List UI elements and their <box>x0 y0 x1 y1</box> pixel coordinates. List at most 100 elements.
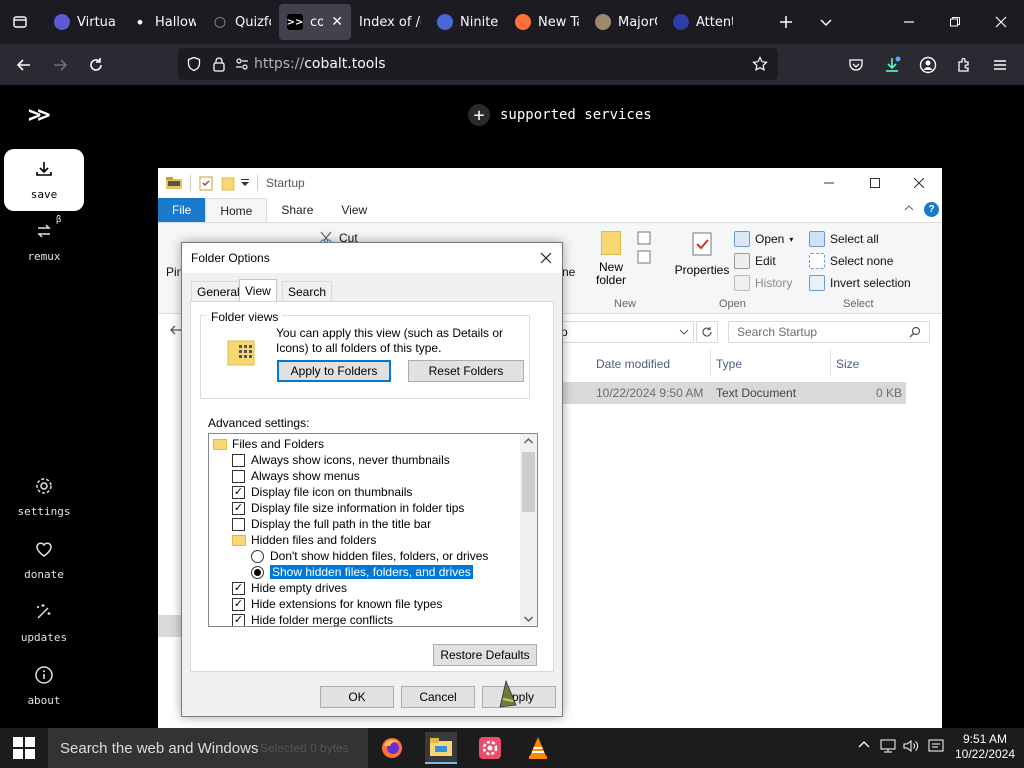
browser-tab[interactable]: Attent <box>665 4 741 40</box>
column-header-date-modified[interactable]: Date modified <box>596 357 670 371</box>
checkbox[interactable] <box>232 453 245 467</box>
browser-tab[interactable]: Index of /g <box>351 4 429 40</box>
setting-row[interactable]: Always show menus <box>232 468 360 484</box>
reload-button[interactable] <box>78 49 114 81</box>
advanced-settings-tree[interactable]: Files and Folders Always show icons, neve… <box>208 433 538 627</box>
tray-volume-icon[interactable] <box>903 738 919 757</box>
column-header-type[interactable]: Type <box>716 357 742 371</box>
lock-icon[interactable] <box>212 56 226 72</box>
checkbox[interactable]: ✓ <box>232 581 245 595</box>
ribbon-tab-home[interactable]: Home <box>205 198 268 222</box>
edit-button[interactable]: Edit <box>734 253 776 269</box>
tab-general[interactable]: General <box>191 281 246 301</box>
permissions-icon[interactable] <box>234 56 250 72</box>
apply-to-folders-button[interactable]: Apply to Folders <box>277 360 391 382</box>
sidebar-item-save[interactable]: save <box>4 149 84 211</box>
tray-chevron-up-icon[interactable] <box>858 738 870 754</box>
menu-hamburger-icon[interactable] <box>982 49 1018 81</box>
explorer-minimize-button[interactable] <box>806 168 852 198</box>
taskbar-firefox-icon[interactable] <box>376 732 408 764</box>
sidebar-item-donate[interactable]: donate <box>4 529 84 591</box>
setting-row[interactable]: ✓ Display file size information in folder… <box>232 500 464 516</box>
url-bar[interactable]: https://cobalt.tools <box>178 48 778 80</box>
taskbar-settings-app-icon[interactable] <box>474 732 506 764</box>
restore-defaults-button[interactable]: Restore Defaults <box>433 644 537 666</box>
browser-tab[interactable]: Ninite <box>429 4 507 40</box>
refresh-icon[interactable] <box>696 321 718 343</box>
explorer-maximize-button[interactable] <box>852 168 898 198</box>
setting-row[interactable]: Show hidden files, folders, and drives <box>251 564 473 580</box>
close-tab-icon[interactable]: ✕ <box>331 14 343 30</box>
sidebar-item-about[interactable]: about <box>4 655 84 717</box>
reset-folders-button[interactable]: Reset Folders <box>408 360 524 382</box>
taskbar-file-explorer-icon[interactable] <box>425 732 457 764</box>
ribbon-collapse-icon[interactable] <box>904 204 914 212</box>
ribbon-tab-share[interactable]: Share <box>267 198 327 222</box>
column-header-size[interactable]: Size <box>836 357 859 371</box>
open-button[interactable]: Open ▾ <box>734 231 793 247</box>
ok-button[interactable]: OK <box>320 686 394 708</box>
apply-button[interactable]: Apply <box>482 686 556 708</box>
setting-row[interactable]: Always show icons, never thumbnails <box>232 452 450 468</box>
dialog-close-button[interactable] <box>534 246 558 270</box>
scroll-up-icon[interactable] <box>524 437 533 444</box>
back-button[interactable] <box>6 49 42 81</box>
scroll-thumb[interactable] <box>522 452 535 512</box>
ribbon-tab-file[interactable]: File <box>158 198 206 222</box>
radio-button[interactable] <box>251 549 264 563</box>
browser-tab[interactable]: New Ta <box>507 4 587 40</box>
sidebar-item-remux[interactable]: β remux <box>4 211 84 273</box>
ribbon-tab-view[interactable]: View <box>327 198 381 222</box>
browser-tab[interactable]: Virtual <box>46 4 124 40</box>
quick-access-properties-icon[interactable] <box>199 175 213 191</box>
address-bar[interactable]: p <box>556 321 694 343</box>
properties-button[interactable]: Properties <box>674 231 730 277</box>
browser-tab[interactable]: • Hallow <box>124 4 204 40</box>
checkbox[interactable] <box>232 517 245 531</box>
checkbox[interactable]: ✓ <box>232 597 245 611</box>
setting-row[interactable]: ✓ Display file icon on thumbnails <box>232 484 412 500</box>
start-button[interactable] <box>0 728 48 768</box>
cobalt-logo[interactable]: >> <box>28 103 50 128</box>
browser-tab[interactable]: >> cob ✕ <box>279 4 351 40</box>
browser-tab[interactable]: MajorG <box>587 4 665 40</box>
new-tab-button[interactable] <box>770 6 802 38</box>
quick-access-dropdown-icon[interactable] <box>241 179 249 187</box>
setting-row[interactable]: ✓ Hide extensions for known file types <box>232 596 442 612</box>
tray-ime-icon[interactable] <box>928 738 944 757</box>
tree-vertical-scrollbar[interactable] <box>520 434 537 626</box>
sidebar-item-settings[interactable]: settings <box>4 466 84 528</box>
taskbar-clock[interactable]: 9:51 AM 10/22/2024 <box>952 732 1018 762</box>
taskbar-vlc-icon[interactable] <box>522 732 554 764</box>
account-icon[interactable] <box>910 49 946 81</box>
pocket-icon[interactable] <box>838 49 874 81</box>
supported-services-button[interactable]: + supported services <box>468 104 652 126</box>
checkbox[interactable]: ✓ <box>232 501 245 515</box>
explorer-close-button[interactable] <box>896 168 942 198</box>
tab-overview-icon[interactable] <box>4 6 36 38</box>
history-button[interactable]: History <box>734 275 792 291</box>
bookmark-star-icon[interactable] <box>752 56 768 72</box>
scroll-down-icon[interactable] <box>524 616 533 623</box>
restore-window-button[interactable] <box>939 6 971 38</box>
setting-row[interactable]: Display the full path in the title bar <box>232 516 431 532</box>
taskbar-search-box[interactable]: Search the web and Windows Selected 0 by… <box>48 728 368 768</box>
select-all-button[interactable]: Select all <box>809 231 879 247</box>
setting-row[interactable]: ✓ Hide empty drives <box>232 580 347 596</box>
tab-view[interactable]: View <box>239 279 277 302</box>
minimize-window-button[interactable] <box>893 6 925 38</box>
close-window-button[interactable] <box>985 6 1017 38</box>
sidebar-item-updates[interactable]: updates <box>4 592 84 654</box>
forward-button[interactable] <box>42 49 78 81</box>
tab-search[interactable]: Search <box>282 281 333 301</box>
checkbox[interactable] <box>232 469 245 483</box>
list-all-tabs-button[interactable] <box>810 6 842 38</box>
help-icon[interactable]: ? <box>924 202 939 217</box>
setting-row[interactable]: ✓ Hide folder merge conflicts <box>232 612 393 626</box>
setting-row[interactable]: Don't show hidden files, folders, or dri… <box>251 548 488 564</box>
downloads-icon[interactable] <box>874 49 910 81</box>
cancel-button[interactable]: Cancel <box>401 686 475 708</box>
checkbox[interactable]: ✓ <box>232 485 245 499</box>
extensions-icon[interactable] <box>946 49 982 81</box>
quick-access-new-folder-icon[interactable] <box>221 175 235 191</box>
